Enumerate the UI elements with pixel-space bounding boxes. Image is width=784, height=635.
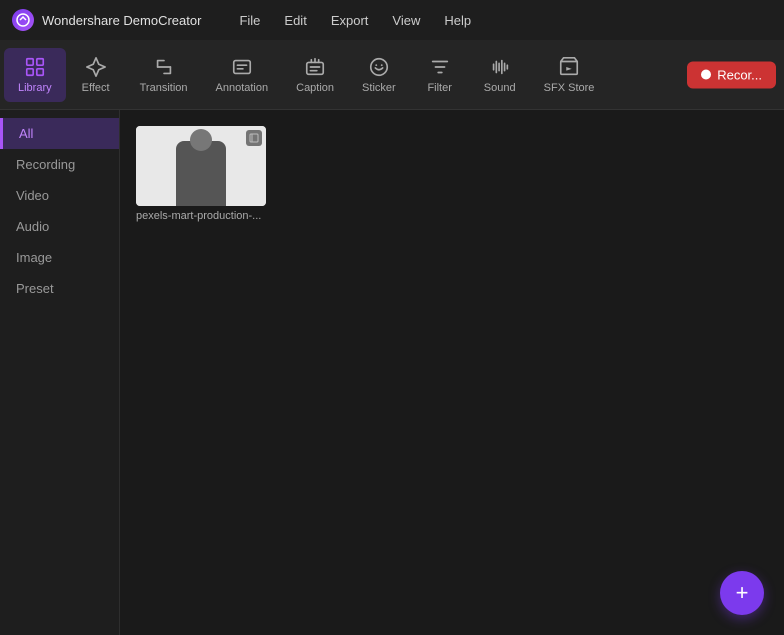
toolbar-sfxstore-label: SFX Store <box>544 82 595 94</box>
toolbar-caption-label: Caption <box>296 82 334 94</box>
record-dot <box>701 70 711 80</box>
media-thumbnail <box>136 126 266 206</box>
sidebar-item-audio[interactable]: Audio <box>0 211 119 242</box>
toolbar-filter[interactable]: Filter <box>410 48 470 102</box>
toolbar-effect-label: Effect <box>82 82 110 94</box>
toolbar-sticker-label: Sticker <box>362 82 396 94</box>
menu-file[interactable]: File <box>229 9 270 32</box>
sfxstore-icon <box>558 56 580 78</box>
transition-icon <box>153 56 175 78</box>
app-logo <box>12 9 34 31</box>
record-button[interactable]: Recor... <box>687 61 776 88</box>
sidebar-item-image[interactable]: Image <box>0 242 119 273</box>
menu-edit[interactable]: Edit <box>274 9 316 32</box>
sidebar-item-all[interactable]: All <box>0 118 119 149</box>
toolbar-sound[interactable]: Sound <box>470 48 530 102</box>
toolbar-transition[interactable]: Transition <box>126 48 202 102</box>
annotation-icon <box>231 56 253 78</box>
filter-icon <box>429 56 451 78</box>
caption-icon <box>304 56 326 78</box>
media-item[interactable]: pexels-mart-production-... <box>136 126 266 222</box>
toolbar: Library Effect Transition Annotation <box>0 40 784 110</box>
toolbar-transition-label: Transition <box>140 82 188 94</box>
sidebar-item-recording[interactable]: Recording <box>0 149 119 180</box>
toolbar-sticker[interactable]: Sticker <box>348 48 410 102</box>
toolbar-annotation-label: Annotation <box>216 82 269 94</box>
sound-icon <box>489 56 511 78</box>
titlebar: Wondershare DemoCreator File Edit Export… <box>0 0 784 40</box>
app-name: Wondershare DemoCreator <box>42 13 201 28</box>
fab-button[interactable]: + <box>720 571 764 615</box>
media-name: pexels-mart-production-... <box>136 210 266 222</box>
record-label: Recor... <box>717 67 762 82</box>
toolbar-caption[interactable]: Caption <box>282 48 348 102</box>
toolbar-sound-label: Sound <box>484 82 516 94</box>
fab-icon: + <box>736 580 749 606</box>
menu-export[interactable]: Export <box>321 9 379 32</box>
media-grid: pexels-mart-production-... <box>136 126 768 222</box>
toolbar-annotation[interactable]: Annotation <box>202 48 283 102</box>
thumb-badge <box>246 130 262 146</box>
sidebar-item-video[interactable]: Video <box>0 180 119 211</box>
library-icon <box>24 56 46 78</box>
main-area: All Recording Video Audio Image Preset <box>0 110 784 635</box>
effect-icon <box>85 56 107 78</box>
toolbar-library-label: Library <box>18 82 52 94</box>
sidebar: All Recording Video Audio Image Preset <box>0 110 120 635</box>
menu-bar: File Edit Export View Help <box>229 9 481 32</box>
menu-view[interactable]: View <box>382 9 430 32</box>
toolbar-filter-label: Filter <box>427 82 451 94</box>
sidebar-item-preset[interactable]: Preset <box>0 273 119 304</box>
sticker-icon <box>368 56 390 78</box>
content-area: pexels-mart-production-... + <box>120 110 784 635</box>
toolbar-sfxstore[interactable]: SFX Store <box>530 48 609 102</box>
toolbar-effect[interactable]: Effect <box>66 48 126 102</box>
toolbar-library[interactable]: Library <box>4 48 66 102</box>
menu-help[interactable]: Help <box>434 9 481 32</box>
